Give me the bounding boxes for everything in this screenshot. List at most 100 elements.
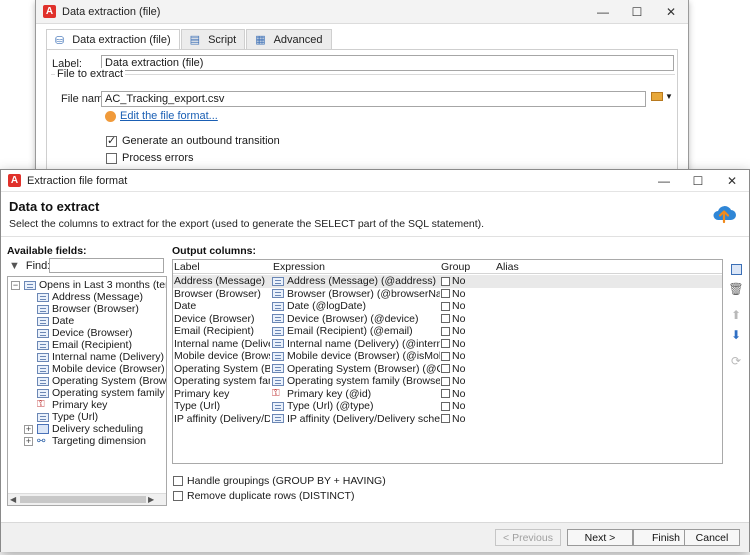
table-row[interactable]: Type (Url) Type (Url) (@type) No xyxy=(173,400,722,413)
group-checkbox[interactable] xyxy=(441,414,450,424)
expression-text: Mobile device (Browser) (@isMobile) xyxy=(287,350,440,363)
next-button[interactable]: Next > xyxy=(567,529,633,546)
group-checkbox[interactable] xyxy=(441,301,450,311)
handle-groupings-checkbox[interactable] xyxy=(173,476,183,486)
tree-node[interactable]: + Delivery scheduling xyxy=(24,423,143,435)
remove-duplicates-option[interactable]: Remove duplicate rows (DISTINCT) xyxy=(173,490,354,502)
find-input[interactable] xyxy=(49,258,164,273)
table-row[interactable]: Mobile device (Browser) Mobile device (Br… xyxy=(173,350,722,363)
cell-group[interactable]: No xyxy=(441,300,493,313)
scroll-right-icon[interactable]: ▶ xyxy=(148,495,154,504)
generate-transition-checkbox[interactable] xyxy=(106,134,117,147)
tab-advanced[interactable]: ▦ Advanced xyxy=(246,29,332,49)
edit-file-format[interactable]: Edit the file format... xyxy=(105,110,218,122)
table-row[interactable]: Operating System (Bro... Operating System… xyxy=(173,363,722,376)
close-button[interactable]: ✕ xyxy=(654,0,688,23)
label-input[interactable]: Data extraction (file) xyxy=(101,55,674,71)
tree-item[interactable]: Date xyxy=(37,315,74,327)
tree-item[interactable]: Device (Browser) xyxy=(37,327,133,339)
group-checkbox[interactable] xyxy=(441,389,450,399)
column-header-label[interactable]: Label xyxy=(174,261,200,273)
output-columns-grid[interactable]: Label Expression Group Alias Address (Me… xyxy=(172,259,723,464)
refresh-button[interactable]: ⟳ xyxy=(728,353,744,369)
expand-icon[interactable]: + xyxy=(24,424,33,434)
tree-item[interactable]: Internal name (Delivery) xyxy=(37,351,164,363)
table-row[interactable]: Operating system famil... Operating syste… xyxy=(173,375,722,388)
generate-transition-option[interactable]: Generate an outbound transition xyxy=(106,134,280,147)
scrollbar-thumb[interactable] xyxy=(20,496,146,503)
file-name-input[interactable]: AC_Tracking_export.csv xyxy=(101,91,646,107)
tree-item[interactable]: Email (Recipient) xyxy=(37,339,132,351)
cell-group[interactable]: No xyxy=(441,313,493,326)
cell-group[interactable]: No xyxy=(441,413,493,426)
table-row[interactable]: Address (Message) Address (Message) (@add… xyxy=(173,275,722,288)
cell-group[interactable]: No xyxy=(441,375,493,388)
tree-item[interactable]: Address (Message) xyxy=(37,291,143,303)
add-column-button[interactable] xyxy=(728,261,744,277)
cell-group[interactable]: No xyxy=(441,363,493,376)
group-checkbox[interactable] xyxy=(441,401,450,411)
cell-group[interactable]: No xyxy=(441,350,493,363)
tree-item[interactable]: Type (Url) xyxy=(37,411,98,423)
process-errors-option[interactable]: Process errors xyxy=(106,152,194,164)
cell-group[interactable]: No xyxy=(441,275,493,288)
tree-root[interactable]: − Opens in Last 3 months (temp:que xyxy=(11,279,166,291)
available-fields-tree[interactable]: − Opens in Last 3 months (temp:que Addre… xyxy=(7,276,167,506)
tree-item[interactable]: Browser (Browser) xyxy=(37,303,139,315)
scroll-left-icon[interactable]: ◀ xyxy=(10,495,16,504)
move-up-button[interactable]: ⬆ xyxy=(728,307,744,323)
group-checkbox[interactable] xyxy=(441,376,450,386)
cell-group[interactable]: No xyxy=(441,338,493,351)
expand-icon[interactable]: + xyxy=(24,436,33,446)
minimize-button[interactable]: — xyxy=(647,170,681,191)
cell-group[interactable]: No xyxy=(441,325,493,338)
edit-file-format-link[interactable]: Edit the file format... xyxy=(120,110,218,122)
process-errors-checkbox[interactable] xyxy=(106,152,117,164)
refresh-icon: ⟳ xyxy=(730,354,742,368)
maximize-button[interactable]: ☐ xyxy=(681,170,715,191)
column-header-group[interactable]: Group xyxy=(441,261,470,273)
column-header-alias[interactable]: Alias xyxy=(496,261,519,273)
tree-horizontal-scrollbar[interactable]: ◀ ▶ xyxy=(8,493,166,505)
group-checkbox[interactable] xyxy=(441,289,450,299)
close-button[interactable]: ✕ xyxy=(715,170,749,191)
move-down-button[interactable]: ⬇ xyxy=(728,327,744,343)
tree-item[interactable]: Operating System (Browser) xyxy=(37,375,166,387)
table-row[interactable]: Device (Browser) Device (Browser) (@devic… xyxy=(173,313,722,326)
group-checkbox[interactable] xyxy=(441,276,450,286)
remove-duplicates-checkbox[interactable] xyxy=(173,491,183,501)
handle-groupings-option[interactable]: Handle groupings (GROUP BY + HAVING) xyxy=(173,475,386,487)
table-row[interactable]: Internal name (Delivery) Internal name (D… xyxy=(173,338,722,351)
table-row[interactable]: IP affinity (Delivery/Deliv... IP affinit… xyxy=(173,413,722,426)
delete-button[interactable]: 🗑 xyxy=(728,281,744,297)
cell-group[interactable]: No xyxy=(441,400,493,413)
group-checkbox[interactable] xyxy=(441,339,450,349)
table-row[interactable]: Primary key ⚿ Primary key (@id) No xyxy=(173,388,722,401)
cell-group[interactable]: No xyxy=(441,388,493,401)
table-row[interactable]: Date Date (@logDate) No xyxy=(173,300,722,313)
tab-data-extraction[interactable]: ⛁ Data extraction (file) xyxy=(46,29,180,50)
expression-text: IP affinity (Delivery/Delivery schedulin… xyxy=(287,412,440,425)
group-checkbox[interactable] xyxy=(441,364,450,374)
field-icon xyxy=(272,276,284,286)
group-checkbox[interactable] xyxy=(441,326,450,336)
maximize-button[interactable]: ☐ xyxy=(620,0,654,23)
file-browse-button[interactable]: ▼ xyxy=(651,92,673,101)
field-icon xyxy=(272,401,284,411)
tree-item[interactable]: ⚿ Primary key xyxy=(37,399,107,411)
table-row[interactable]: Browser (Browser) Browser (Browser) (@bro… xyxy=(173,288,722,301)
tree-node[interactable]: + ⚯ Targeting dimension xyxy=(24,435,146,447)
column-header-expression[interactable]: Expression xyxy=(273,261,325,273)
file-to-extract-group: File to extract File name: AC_Tracking_e… xyxy=(51,68,675,178)
tab-script[interactable]: ▤ Script xyxy=(180,29,246,49)
cell-group[interactable]: No xyxy=(441,288,493,301)
group-checkbox[interactable] xyxy=(441,351,450,361)
collapse-icon[interactable]: − xyxy=(11,280,20,290)
minimize-button[interactable]: — xyxy=(586,0,620,23)
group-checkbox[interactable] xyxy=(441,314,450,324)
cancel-button[interactable]: Cancel xyxy=(684,529,740,546)
tree-item[interactable]: Mobile device (Browser) xyxy=(37,363,165,375)
table-row[interactable]: Email (Recipient) Email (Recipient) (@ema… xyxy=(173,325,722,338)
tree-item[interactable]: Operating system family (Brow xyxy=(37,387,166,399)
previous-button[interactable]: < Previous xyxy=(495,529,561,546)
